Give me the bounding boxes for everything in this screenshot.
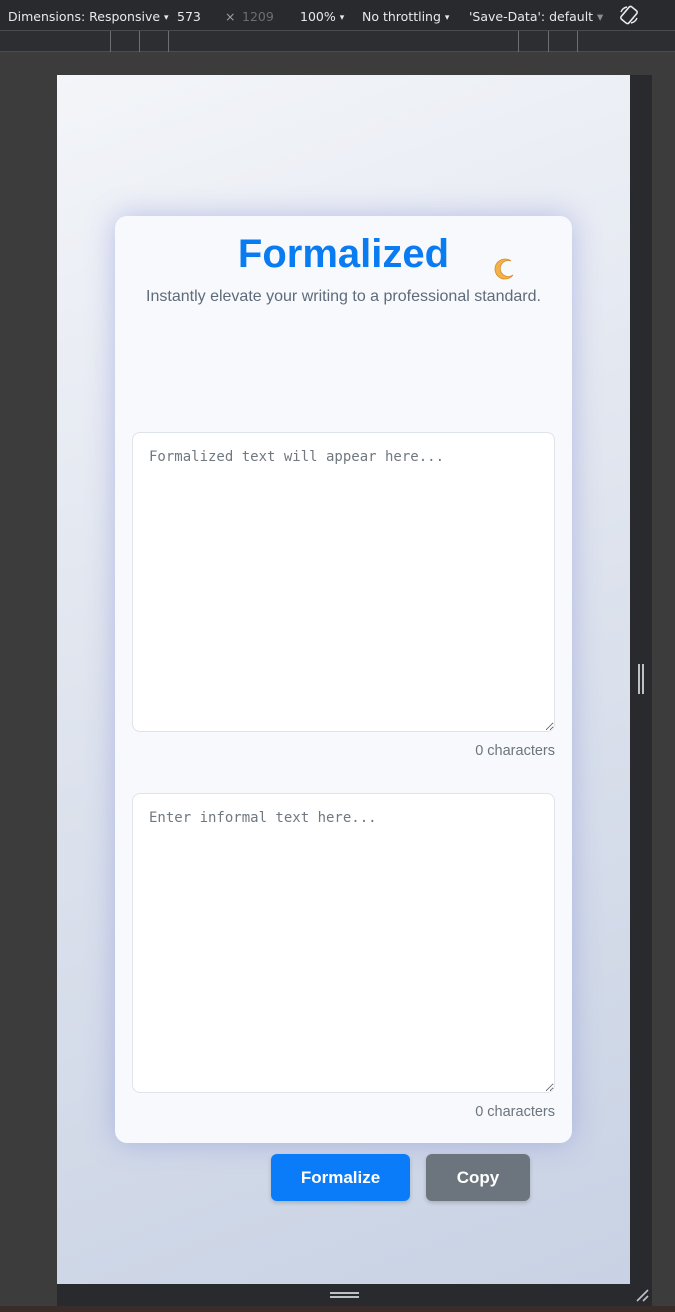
window-edge xyxy=(0,1306,675,1312)
formalizer-card: Formalized Instantly elevate your writin… xyxy=(115,216,572,1201)
formalize-button[interactable]: Formalize xyxy=(271,1154,410,1201)
devtools-toolbar: Dimensions: Responsive ▾ 573 × 1209 100% ▾… xyxy=(0,0,675,31)
save-data-dropdown[interactable]: 'Save-Data': default xyxy=(469,9,593,24)
chevron-down-icon: ▾ xyxy=(339,13,345,23)
input-char-count: 0 characters xyxy=(475,1104,555,1120)
width-input[interactable]: 573 xyxy=(177,9,201,24)
page-viewport: Formalized Instantly elevate your writin… xyxy=(57,75,630,1284)
chevron-down-icon: ▾ xyxy=(444,13,450,23)
informal-input-textarea[interactable] xyxy=(132,793,555,1093)
resize-handle-icon[interactable] xyxy=(634,1287,650,1303)
output-char-count: 0 characters xyxy=(475,743,555,759)
crescent-moon-icon[interactable] xyxy=(491,256,517,282)
height-input[interactable]: 1209 xyxy=(242,9,274,24)
media-query-ruler xyxy=(0,31,675,52)
chevron-down-icon[interactable]: ▾ xyxy=(597,9,603,24)
app-subtitle: Instantly elevate your writing to a prof… xyxy=(146,288,541,305)
rotate-icon[interactable] xyxy=(618,4,640,26)
chevron-down-icon: ▾ xyxy=(164,13,169,23)
times-icon: × xyxy=(225,9,236,24)
horizontal-resize-handle[interactable] xyxy=(638,664,644,694)
throttling-label: No throttling xyxy=(362,9,441,24)
dimensions-dropdown[interactable]: Dimensions: Responsive ▾ xyxy=(8,9,169,24)
vertical-resize-handle[interactable] xyxy=(330,1292,359,1298)
throttling-dropdown[interactable]: No throttling ▾ xyxy=(362,9,449,24)
formalized-output-textarea[interactable] xyxy=(132,432,555,732)
zoom-label: 100% xyxy=(300,9,336,24)
dimensions-label: Dimensions: Responsive xyxy=(8,9,161,24)
copy-button[interactable]: Copy xyxy=(426,1154,530,1201)
zoom-dropdown[interactable]: 100% ▾ xyxy=(300,9,344,24)
